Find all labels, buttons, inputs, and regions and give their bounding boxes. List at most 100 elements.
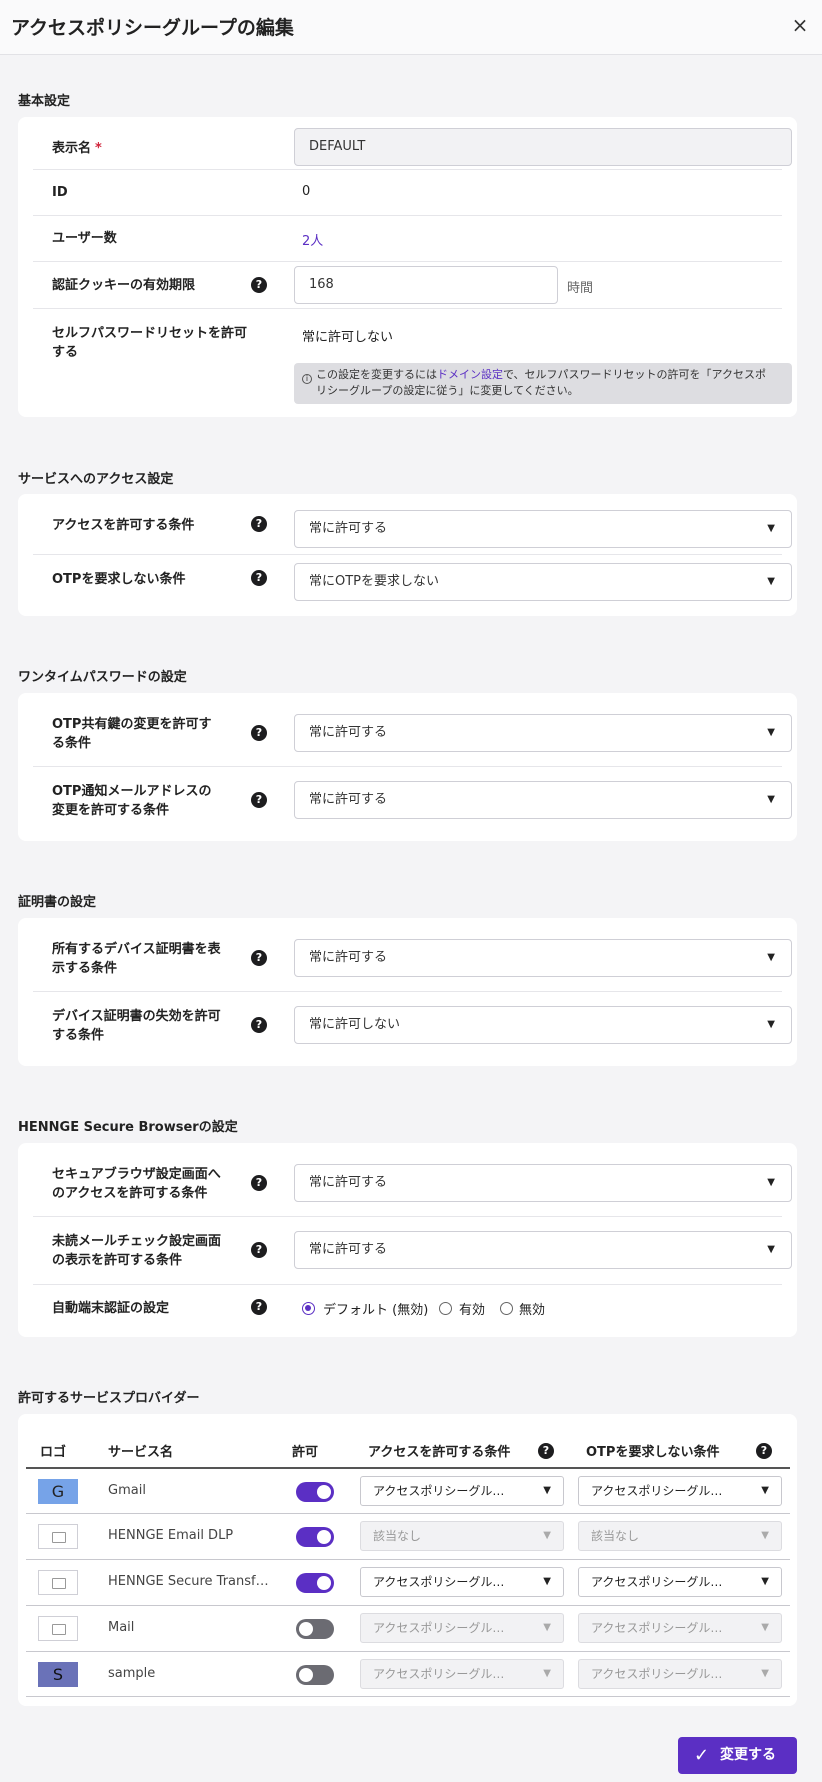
card-service-access: アクセスを許可する条件 ? 常に許可する ▼ OTPを要求しない条件 ? 常にOT… <box>18 494 797 616</box>
row-browser-settings: セキュアブラウザ設定画面へ のアクセスを許可する条件 ? 常に許可する ▼ <box>33 1143 792 1217</box>
otp-key-label: OTP共有鍵の変更を許可す る条件 <box>52 717 212 751</box>
self-reset-label: セルフパスワードリセットを許可 する <box>52 326 248 360</box>
otp-condition-select[interactable]: アクセスポリシーグル… ▼ <box>578 1476 782 1506</box>
column-header-otp-condition: OTPを要求しない条件 <box>586 1445 720 1460</box>
service-name: HENNGE Email DLP <box>108 1528 234 1543</box>
dropdown-caret-icon: ▼ <box>761 1668 769 1679</box>
section-title-service-access: サービスへのアクセス設定 <box>18 472 174 487</box>
users-label: ユーザー数 <box>52 231 117 246</box>
access-condition-select[interactable]: アクセスポリシーグル… ▼ <box>360 1476 564 1506</box>
dropdown-caret-icon: ▼ <box>761 1576 769 1587</box>
radio-disabled[interactable] <box>500 1302 513 1315</box>
row-unread-check: 未読メールチェック設定画面 の表示を許可する条件 ? 常に許可する ▼ <box>33 1217 792 1285</box>
row-id: ID 0 <box>33 170 782 216</box>
dropdown-caret-icon: ▼ <box>543 1576 551 1587</box>
allow-toggle[interactable] <box>296 1527 334 1547</box>
otp-key-select[interactable]: 常に許可する ▼ <box>294 714 792 752</box>
dropdown-caret-icon: ▼ <box>767 576 775 587</box>
help-icon[interactable]: ? <box>251 1017 267 1033</box>
otp-condition-label: OTPを要求しない条件 <box>52 572 186 587</box>
dropdown-caret-icon: ▼ <box>767 952 775 963</box>
otp-condition-select[interactable]: アクセスポリシーグル… ▼ <box>578 1567 782 1597</box>
help-icon[interactable]: ? <box>251 1175 267 1191</box>
check-icon: ✓ <box>694 1745 710 1766</box>
help-icon[interactable]: ? <box>251 570 267 586</box>
help-icon[interactable]: ? <box>251 950 267 966</box>
dropdown-caret-icon: ▼ <box>761 1622 769 1633</box>
self-reset-value: 常に許可しない <box>302 330 394 345</box>
table-row: HENNGE Email DLP 該当なし ▼ 該当なし ▼ <box>26 1513 790 1559</box>
help-icon[interactable]: ? <box>251 1299 267 1315</box>
service-logo: G <box>38 1479 78 1504</box>
help-icon[interactable]: ? <box>756 1443 772 1459</box>
domain-settings-link[interactable]: ドメイン設定 <box>437 368 503 381</box>
users-link[interactable]: 2人 <box>302 230 323 249</box>
help-icon[interactable]: ? <box>538 1443 554 1459</box>
column-header-logo: ロゴ <box>40 1445 67 1460</box>
image-placeholder-icon <box>38 1524 78 1549</box>
otp-condition-select: アクセスポリシーグル… ▼ <box>578 1613 782 1643</box>
dropdown-caret-icon: ▼ <box>767 727 775 738</box>
access-condition-select[interactable]: 常に許可する ▼ <box>294 510 792 548</box>
section-title-cert: 証明書の設定 <box>18 895 97 910</box>
table-row: S sample アクセスポリシーグル… ▼ アクセスポリシーグル… ▼ <box>26 1651 790 1697</box>
table-row: G Gmail アクセスポリシーグル… ▼ アクセスポリシーグル… ▼ <box>26 1467 790 1513</box>
otp-mail-label: OTP通知メールアドレスの 変更を許可する条件 <box>52 784 212 818</box>
service-logo: S <box>38 1662 78 1687</box>
row-self-reset: セルフパスワードリセットを許可 する 常に許可しない i この設定を変更するにはド… <box>33 309 792 417</box>
card-cert: 所有するデバイス証明書を表 示する条件 ? 常に許可する ▼ デバイス証明書の失効を… <box>18 918 797 1066</box>
radio-default-label: デフォルト (無効) <box>323 1303 429 1318</box>
dropdown-caret-icon: ▼ <box>761 1530 769 1541</box>
otp-condition-select[interactable]: 常にOTPを要求しない ▼ <box>294 563 792 601</box>
access-condition-select[interactable]: アクセスポリシーグル… ▼ <box>360 1567 564 1597</box>
dropdown-caret-icon: ▼ <box>543 1530 551 1541</box>
service-name: Mail <box>108 1620 135 1635</box>
unread-check-label: 未読メールチェック設定画面 の表示を許可する条件 <box>52 1234 222 1268</box>
card-basic: 表示名 * DEFAULT ID 0 ユーザー数 2人 認証クッキーの有効期限 ?… <box>18 117 797 417</box>
close-icon[interactable]: × <box>787 12 813 38</box>
cert-show-select[interactable]: 常に許可する ▼ <box>294 939 792 977</box>
row-display-name: 表示名 * DEFAULT <box>33 117 792 170</box>
help-icon[interactable]: ? <box>251 516 267 532</box>
help-icon[interactable]: ? <box>251 277 267 293</box>
dropdown-caret-icon: ▼ <box>761 1485 769 1496</box>
display-name-input[interactable]: DEFAULT <box>294 128 792 166</box>
service-name: sample <box>108 1666 156 1681</box>
row-cookie: 認証クッキーの有効期限 ? 168 時間 <box>33 262 782 309</box>
providers-table: ロゴ サービス名 許可 アクセスを許可する条件 ? OTPを要求しない条件 ? … <box>18 1414 797 1706</box>
otp-condition-select: アクセスポリシーグル… ▼ <box>578 1659 782 1689</box>
table-row: HENNGE Secure Transf… アクセスポリシーグル… ▼ アクセスポ… <box>26 1559 790 1605</box>
radio-disabled-label: 無効 <box>519 1303 546 1318</box>
cert-revoke-select[interactable]: 常に許可しない ▼ <box>294 1006 792 1044</box>
card-otp: OTP共有鍵の変更を許可す る条件 ? 常に許可する ▼ OTP通知メールアドレスの… <box>18 693 797 841</box>
help-icon[interactable]: ? <box>251 792 267 808</box>
radio-enabled-label: 有効 <box>459 1303 486 1318</box>
allow-toggle[interactable] <box>296 1482 334 1502</box>
service-name: Gmail <box>108 1483 146 1498</box>
browser-settings-select[interactable]: 常に許可する ▼ <box>294 1164 792 1202</box>
column-header-access-condition: アクセスを許可する条件 <box>368 1445 511 1460</box>
browser-settings-label: セキュアブラウザ設定画面へ のアクセスを許可する条件 <box>52 1167 221 1201</box>
unread-check-select[interactable]: 常に許可する ▼ <box>294 1231 792 1269</box>
allow-toggle[interactable] <box>296 1573 334 1593</box>
allow-toggle[interactable] <box>296 1665 334 1685</box>
column-header-allow: 許可 <box>292 1445 319 1460</box>
dropdown-caret-icon: ▼ <box>767 1244 775 1255</box>
dropdown-caret-icon: ▼ <box>767 1019 775 1030</box>
dialog-header: アクセスポリシーグループの編集 × <box>0 0 822 55</box>
help-icon[interactable]: ? <box>251 1242 267 1258</box>
radio-default[interactable] <box>302 1302 315 1315</box>
otp-mail-select[interactable]: 常に許可する ▼ <box>294 781 792 819</box>
row-cert-revoke: デバイス証明書の失効を許可 する条件 ? 常に許可しない ▼ <box>33 992 792 1066</box>
dialog-title: アクセスポリシーグループの編集 <box>11 17 294 39</box>
help-icon[interactable]: ? <box>251 725 267 741</box>
dropdown-caret-icon: ▼ <box>543 1622 551 1633</box>
save-button[interactable]: ✓ 変更する <box>678 1737 797 1774</box>
row-otp-key: OTP共有鍵の変更を許可す る条件 ? 常に許可する ▼ <box>33 693 792 767</box>
radio-enabled[interactable] <box>439 1302 452 1315</box>
dropdown-caret-icon: ▼ <box>767 523 775 534</box>
cookie-input[interactable]: 168 <box>294 266 558 304</box>
image-placeholder-icon <box>38 1616 78 1641</box>
allow-toggle[interactable] <box>296 1619 334 1639</box>
dropdown-caret-icon: ▼ <box>767 1177 775 1188</box>
